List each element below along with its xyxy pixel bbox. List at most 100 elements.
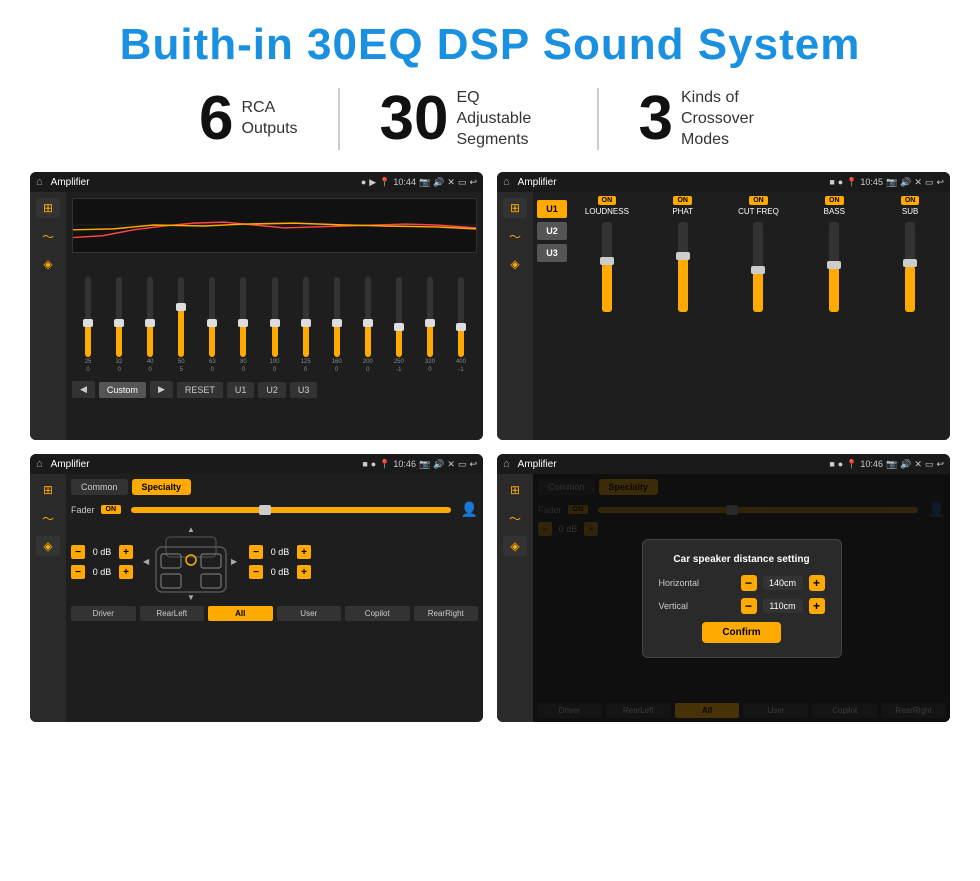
vol-fl-plus[interactable]: + — [119, 545, 133, 559]
vertical-plus[interactable]: + — [809, 598, 825, 614]
screen3-main: Common Specialty Fader ON 👤 — [66, 474, 483, 722]
tab-specialty[interactable]: Specialty — [132, 479, 192, 495]
s2-vol-icon[interactable]: ◈ — [503, 254, 527, 274]
s3-wave-icon[interactable]: 〜 — [36, 508, 60, 528]
eq-col-6: 100 0 — [260, 277, 288, 373]
s4-x: ✕ — [914, 459, 922, 470]
s3-vol-icon[interactable]: ◈ — [36, 536, 60, 556]
eq-u3-btn[interactable]: U3 — [290, 382, 318, 398]
freq-label-6: 100 — [270, 359, 280, 365]
slider-track-7[interactable] — [303, 277, 309, 357]
preset-u2[interactable]: U2 — [537, 222, 567, 240]
btn-rear-right[interactable]: RearRight — [414, 606, 479, 621]
svg-text:▶: ▶ — [231, 557, 238, 566]
vol-rr-minus[interactable]: − — [249, 565, 263, 579]
cutfreq-slider[interactable] — [753, 222, 763, 312]
btn-copilot[interactable]: Copilot — [345, 606, 410, 621]
eq-custom-btn[interactable]: Custom — [99, 382, 146, 398]
vertical-value: 110cm — [763, 599, 803, 613]
bass-name: BASS — [824, 207, 845, 216]
confirm-button[interactable]: Confirm — [702, 622, 780, 643]
main-title: Buith-in 30EQ DSP Sound System — [30, 20, 950, 70]
screen4-main: Common Specialty Fader ON 👤 — [533, 474, 950, 722]
slider-track-5[interactable] — [240, 277, 246, 357]
val-label-3: 5 — [180, 367, 183, 373]
eq-col-0: 25 0 — [74, 277, 102, 373]
s2-eq-icon[interactable]: ⊞ — [503, 198, 527, 218]
btn-driver[interactable]: Driver — [71, 606, 136, 621]
val-label-12: -1 — [458, 367, 463, 373]
screen1-body: ⊞ 〜 ◈ — [30, 192, 483, 440]
fader-on-toggle[interactable]: ON — [101, 505, 122, 514]
freq-label-5: 80 — [240, 359, 247, 365]
btn-all[interactable]: All — [208, 606, 273, 621]
phat-slider[interactable] — [678, 222, 688, 312]
vol-fr-value: 0 dB — [266, 547, 294, 557]
screen2-crossover: ⌂ Amplifier ■ ● 📍 10:45 📷 🔊 ✕ ▭ ↩ ⊞ 〜 — [497, 172, 950, 440]
s4-dot1: ■ — [829, 459, 834, 469]
screen1-app-name: Amplifier — [51, 177, 357, 188]
cutfreq-on: ON — [749, 196, 768, 205]
sidebar-wave-icon[interactable]: 〜 — [36, 226, 60, 246]
vol-rl-plus[interactable]: + — [119, 565, 133, 579]
vol-row-fr: − 0 dB + — [249, 545, 311, 559]
vol-fr-minus[interactable]: − — [249, 545, 263, 559]
slider-track-12[interactable] — [458, 277, 464, 357]
eq-reset-btn[interactable]: RESET — [177, 382, 223, 398]
s4-vol-icon[interactable]: ◈ — [503, 536, 527, 556]
s3-eq-icon[interactable]: ⊞ — [36, 480, 60, 500]
eq-u1-btn[interactable]: U1 — [227, 382, 255, 398]
screen4-status-bar: ⌂ Amplifier ■ ● 📍 10:46 📷 🔊 ✕ ▭ ↩ — [497, 454, 950, 474]
loudness-slider[interactable] — [602, 222, 612, 312]
s2-rect: ▭ — [925, 177, 934, 188]
slider-track-0[interactable] — [85, 277, 91, 357]
slider-track-2[interactable] — [147, 277, 153, 357]
freq-label-11: 320 — [425, 359, 435, 365]
vol-rl-minus[interactable]: − — [71, 565, 85, 579]
back-icon: ↩ — [469, 177, 477, 188]
eq-col-9: 200 0 — [354, 277, 382, 373]
eq-col-12: 400 -1 — [447, 277, 475, 373]
slider-track-9[interactable] — [365, 277, 371, 357]
freq-label-1: 32 — [116, 359, 123, 365]
s4-wave-icon[interactable]: 〜 — [503, 508, 527, 528]
slider-track-3[interactable] — [178, 277, 184, 357]
vol-right: − 0 dB + − 0 dB + — [249, 545, 311, 579]
preset-u1[interactable]: U1 — [537, 200, 567, 218]
bass-slider[interactable] — [829, 222, 839, 312]
vol-fl-minus[interactable]: − — [71, 545, 85, 559]
home-icon3: ⌂ — [36, 458, 43, 470]
eq-next-btn[interactable]: ▶ — [150, 381, 173, 398]
eq-prev-btn[interactable]: ◀ — [72, 381, 95, 398]
horizontal-minus[interactable]: − — [741, 575, 757, 591]
eq-u2-btn[interactable]: U2 — [258, 382, 286, 398]
screen2-status-right: ■ ● 📍 10:45 📷 🔊 ✕ ▭ ↩ — [829, 177, 944, 188]
preset-u3[interactable]: U3 — [537, 244, 567, 262]
slider-track-8[interactable] — [334, 277, 340, 357]
dialog-vertical-row: Vertical − 110cm + — [659, 598, 825, 614]
slider-track-11[interactable] — [427, 277, 433, 357]
sub-slider[interactable] — [905, 222, 915, 312]
slider-track-10[interactable] — [396, 277, 402, 357]
slider-track-1[interactable] — [116, 277, 122, 357]
stats-row: 6 RCAOutputs 30 EQ AdjustableSegments 3 … — [30, 88, 950, 150]
vertical-minus[interactable]: − — [741, 598, 757, 614]
tab-common[interactable]: Common — [71, 479, 128, 495]
s2-wave-icon[interactable]: 〜 — [503, 226, 527, 246]
horizontal-plus[interactable]: + — [809, 575, 825, 591]
btn-user[interactable]: User — [277, 606, 342, 621]
eq-col-1: 32 0 — [105, 277, 133, 373]
s4-rect: ▭ — [925, 459, 934, 470]
sidebar-vol-icon[interactable]: ◈ — [36, 254, 60, 274]
vol-fr-plus[interactable]: + — [297, 545, 311, 559]
s3-rect: ▭ — [458, 459, 467, 470]
sidebar-eq-icon[interactable]: ⊞ — [36, 198, 60, 218]
btn-rear-left[interactable]: RearLeft — [140, 606, 205, 621]
slider-track-4[interactable] — [209, 277, 215, 357]
freq-label-3: 50 — [178, 359, 185, 365]
s4-eq-icon[interactable]: ⊞ — [503, 480, 527, 500]
val-label-0: 0 — [86, 367, 89, 373]
slider-track-6[interactable] — [272, 277, 278, 357]
vol-row-fl: − 0 dB + — [71, 545, 133, 559]
vol-rr-plus[interactable]: + — [297, 565, 311, 579]
